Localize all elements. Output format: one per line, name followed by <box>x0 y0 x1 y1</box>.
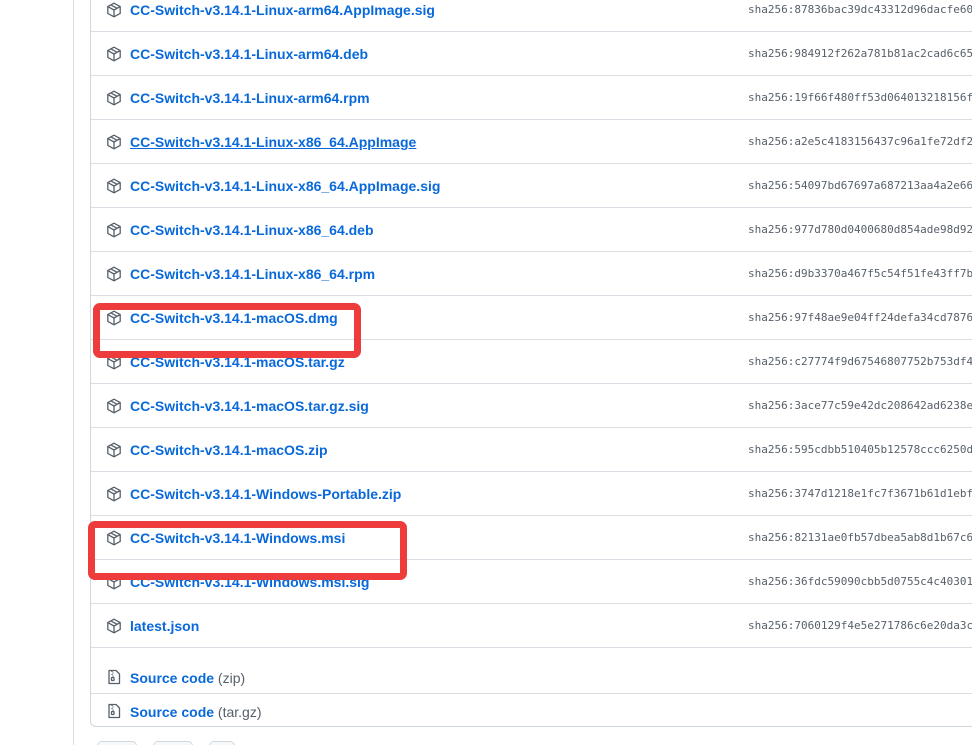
asset-row: CC-Switch-v3.14.1-Windows.msi sha256:8213… <box>91 516 972 560</box>
asset-download-link[interactable]: CC-Switch-v3.14.1-macOS.dmg <box>130 308 338 328</box>
reaction-button[interactable] <box>97 741 137 745</box>
asset-download-link[interactable]: latest.json <box>130 616 199 636</box>
asset-row: CC-Switch-v3.14.1-Linux-x86_64.rpm sha256… <box>91 252 972 296</box>
asset-sha256: sha256:87836bac39dc43312d96dacfe60 <box>748 3 972 16</box>
asset-row: CC-Switch-v3.14.1-macOS.tar.gz sha256:c27… <box>91 340 972 384</box>
asset-sha256: sha256:97f48ae9e04ff24defa34cd7876 <box>748 311 972 324</box>
asset-row: CC-Switch-v3.14.1-Windows.msi.sig sha256:… <box>91 560 972 604</box>
package-icon <box>106 442 122 458</box>
reaction-button[interactable] <box>153 741 193 745</box>
asset-sha256: sha256:7060129f4e5e271786c6e20da3c <box>748 619 972 632</box>
file-zip-icon <box>106 669 122 685</box>
package-icon <box>106 46 122 62</box>
asset-sha256: sha256:3747d1218e1fc7f3671b61d1ebf <box>748 487 972 500</box>
package-icon <box>106 530 122 546</box>
asset-row: CC-Switch-v3.14.1-Linux-arm64.rpm sha256:… <box>91 76 972 120</box>
package-icon <box>106 310 122 326</box>
package-icon <box>106 354 122 370</box>
asset-row: CC-Switch-v3.14.1-Linux-x86_64.deb sha256… <box>91 208 972 252</box>
release-assets-page: CC-Switch-v3.14.1-Linux-arm64.AppImage.s… <box>0 0 972 745</box>
asset-sha256: sha256:a2e5c4183156437c96a1fe72df2 <box>748 135 972 148</box>
asset-sha256: sha256:54097bd67697a687213aa4a2e66 <box>748 179 972 192</box>
reaction-button[interactable] <box>209 741 235 745</box>
asset-sha256: sha256:3ace77c59e42dc208642ad6238e <box>748 399 972 412</box>
package-icon <box>106 574 122 590</box>
source-code-row: Source code (tar.gz) <box>91 694 972 728</box>
package-icon <box>106 90 122 106</box>
package-icon <box>106 266 122 282</box>
source-code-format: (tar.gz) <box>217 704 262 720</box>
asset-download-link[interactable]: CC-Switch-v3.14.1-Linux-arm64.rpm <box>130 88 370 108</box>
asset-download-link[interactable]: CC-Switch-v3.14.1-Linux-arm64.AppImage.s… <box>130 0 435 20</box>
source-code-link[interactable]: Source code (zip) <box>130 668 245 688</box>
asset-download-link[interactable]: CC-Switch-v3.14.1-Linux-x86_64.rpm <box>130 264 375 284</box>
asset-row: CC-Switch-v3.14.1-macOS.dmg sha256:97f48a… <box>91 296 972 340</box>
asset-download-link[interactable]: CC-Switch-v3.14.1-Linux-x86_64.deb <box>130 220 374 240</box>
asset-row: CC-Switch-v3.14.1-macOS.zip sha256:595cdb… <box>91 428 972 472</box>
asset-row: latest.json sha256:7060129f4e5e271786c6e2… <box>91 604 972 648</box>
asset-sha256: sha256:595cdbb510405b12578ccc6250d <box>748 443 972 456</box>
asset-row: CC-Switch-v3.14.1-Windows-Portable.zip sh… <box>91 472 972 516</box>
asset-sha256: sha256:977d780d0400680d854ade98d92 <box>748 223 972 236</box>
asset-row: CC-Switch-v3.14.1-Linux-x86_64.AppImage.… <box>91 164 972 208</box>
asset-row: CC-Switch-v3.14.1-Linux-arm64.deb sha256:… <box>91 32 972 76</box>
asset-sha256: sha256:82131ae0fb57dbea5ab8d1b67c6 <box>748 531 972 544</box>
source-code-link[interactable]: Source code (tar.gz) <box>130 702 262 722</box>
asset-download-link[interactable]: CC-Switch-v3.14.1-Linux-x86_64.AppImage.… <box>130 176 440 196</box>
source-code-label: Source code <box>130 670 215 686</box>
package-icon <box>106 134 122 150</box>
asset-sha256: sha256:d9b3370a467f5c54f51fe43ff7b <box>748 267 972 280</box>
asset-download-link[interactable]: CC-Switch-v3.14.1-macOS.zip <box>130 440 328 460</box>
asset-sha256: sha256:984912f262a781b81ac2cad6c65 <box>748 47 972 60</box>
asset-sha256: sha256:c27774f9d67546807752b753df4 <box>748 355 972 368</box>
left-divider <box>73 0 74 745</box>
asset-download-link[interactable]: CC-Switch-v3.14.1-Windows-Portable.zip <box>130 484 401 504</box>
asset-sha256: sha256:19f66f480ff53d064013218156f <box>748 91 972 104</box>
asset-row: CC-Switch-v3.14.1-Linux-x86_64.AppImage s… <box>91 120 972 164</box>
asset-download-link[interactable]: CC-Switch-v3.14.1-Linux-arm64.deb <box>130 44 368 64</box>
source-code-row: Source code (zip) <box>91 660 972 694</box>
package-icon <box>106 2 122 18</box>
package-icon <box>106 178 122 194</box>
asset-row: CC-Switch-v3.14.1-macOS.tar.gz.sig sha256… <box>91 384 972 428</box>
asset-download-link[interactable]: CC-Switch-v3.14.1-Windows.msi <box>130 528 345 548</box>
asset-download-link[interactable]: CC-Switch-v3.14.1-macOS.tar.gz.sig <box>130 396 369 416</box>
asset-download-link[interactable]: CC-Switch-v3.14.1-macOS.tar.gz <box>130 352 345 372</box>
file-zip-icon <box>106 703 122 719</box>
source-code-label: Source code <box>130 704 215 720</box>
asset-row: CC-Switch-v3.14.1-Linux-arm64.AppImage.s… <box>91 0 972 32</box>
package-icon <box>106 618 122 634</box>
source-code-format: (zip) <box>217 670 246 686</box>
asset-download-link[interactable]: CC-Switch-v3.14.1-Windows.msi.sig <box>130 572 369 592</box>
asset-sha256: sha256:36fdc59090cbb5d0755c4c40301 <box>748 575 972 588</box>
asset-download-link[interactable]: CC-Switch-v3.14.1-Linux-x86_64.AppImage <box>130 132 416 152</box>
package-icon <box>106 222 122 238</box>
package-icon <box>106 486 122 502</box>
package-icon <box>106 398 122 414</box>
